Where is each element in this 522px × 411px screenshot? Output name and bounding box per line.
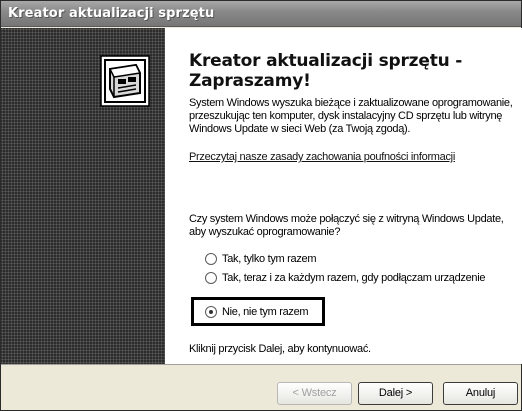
cancel-button[interactable]: Anuluj [443,382,518,405]
connect-question: Czy system Windows może połączyć się z w… [189,213,504,238]
next-button[interactable]: Dalej > [358,382,433,405]
wizard-side-panel [1,28,165,364]
radio-label: Tak, teraz i za każdym razem, gdy podłąc… [222,272,486,284]
radio-yes-this-time[interactable]: Tak, tylko tym razem [205,251,317,267]
wizard-window: Kreator aktualizacji sprzętu Kreator akt… [0,0,522,411]
continue-instruction: Kliknij przycisk Dalej, aby kontynuować. [189,343,371,355]
radio-label: Tak, tylko tym razem [222,253,317,265]
radio-yes-always[interactable]: Tak, teraz i za każdym razem, gdy podłąc… [205,270,486,286]
title-bar[interactable]: Kreator aktualizacji sprzętu [1,1,521,27]
wizard-content: Kreator aktualizacji sprzętu - Zapraszam… [165,28,522,364]
page-title: Kreator aktualizacji sprzętu - Zapraszam… [189,51,509,91]
radio-button[interactable] [205,272,217,284]
window-title: Kreator aktualizacji sprzętu [8,6,215,21]
radio-button[interactable] [205,253,217,265]
radio-label: Nie, nie tym razem [222,306,309,318]
privacy-policy-link[interactable]: Przeczytaj nasze zasady zachowania poufn… [189,151,469,164]
hardware-device-icon [100,55,150,107]
page-title-line2: Zapraszamy! [189,71,311,91]
radio-no-not-now[interactable]: Nie, nie tym razem [205,304,309,320]
page-title-line1: Kreator aktualizacji sprzętu - [189,51,463,71]
button-bar: < Wstecz Dalej > Anuluj [1,364,521,410]
back-button[interactable]: < Wstecz [277,382,352,405]
description-text: System Windows wyszuka bieżące i zaktual… [189,97,513,135]
radio-button-selected[interactable] [205,306,217,318]
